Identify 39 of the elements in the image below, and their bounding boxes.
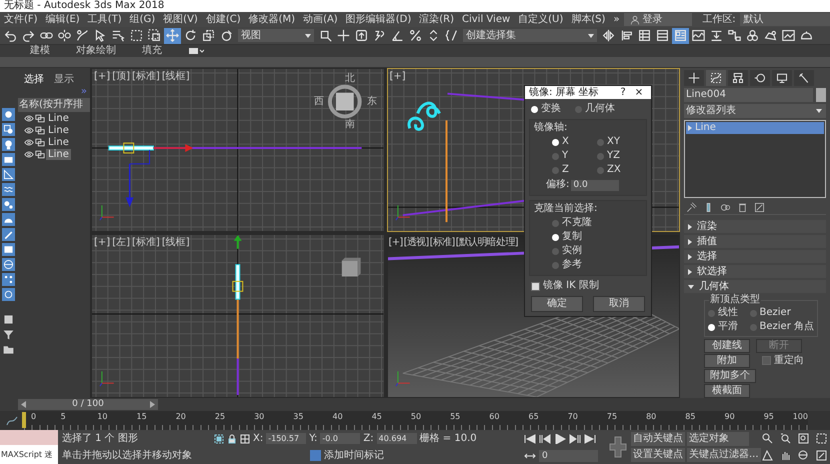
coordinate-label: Z:	[363, 432, 374, 444]
frame-number: 35	[293, 412, 304, 421]
grid-size: 栅格 = 10.0	[420, 432, 477, 444]
frame-number: 45	[372, 412, 382, 421]
compass-label: 西	[314, 96, 324, 108]
frame-number: 95	[764, 412, 774, 421]
group-label: 新顶点类型	[709, 294, 761, 306]
group-label: 镜像轴:	[534, 122, 568, 134]
frame-number: 55	[450, 412, 460, 421]
dialog-title: 镜像: 屏幕 坐标	[529, 86, 600, 98]
frame-number: 100	[792, 412, 808, 421]
frame-number: 25	[214, 412, 226, 421]
frame-number: 70	[568, 412, 578, 421]
frame-number: 90	[724, 412, 735, 421]
account-label: 登录	[642, 14, 663, 26]
frame-number: 5	[60, 412, 66, 421]
prompt-text: 单击并拖动以选择并移动对象	[62, 450, 193, 462]
frame-number: 50	[410, 412, 422, 421]
frame-number: 0	[31, 412, 36, 421]
frame-number: 40	[332, 412, 343, 421]
coordinate-label: X:	[253, 432, 264, 444]
compass-label: 东	[367, 96, 377, 108]
compass-label: 南	[345, 119, 355, 131]
frame-number: 15	[136, 412, 147, 421]
frame-number: 85	[685, 412, 696, 421]
compass-label: 北	[345, 73, 355, 85]
frame-number: 75	[606, 412, 618, 421]
offset-label: 偏移:	[546, 179, 570, 191]
frame-number: 60	[489, 412, 500, 421]
coordinate-label: Y:	[309, 432, 318, 444]
window-title: 无标题 - Autodesk 3ds Max 2018	[4, 0, 164, 11]
frame-number: 10	[97, 412, 108, 421]
frame-number: 65	[528, 412, 539, 421]
frame-number: 20	[176, 412, 186, 421]
group-label: 克隆当前选择:	[534, 203, 598, 215]
frame-number: 30	[254, 412, 264, 421]
frame-number: 80	[646, 412, 656, 421]
workspace-label: 工作区:	[701, 14, 737, 26]
selection-status: 选择了 1 个 图形	[62, 432, 139, 444]
